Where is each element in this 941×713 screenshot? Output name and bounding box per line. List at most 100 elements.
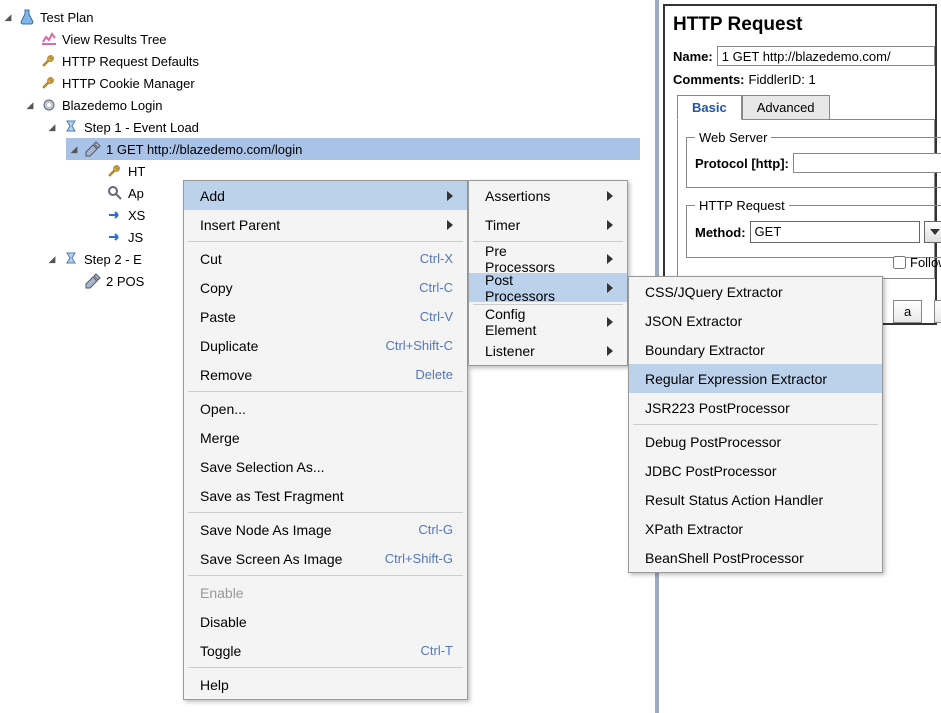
pp-debug[interactable]: Debug PostProcessor [629, 427, 882, 456]
method-value: GET [755, 224, 782, 239]
separator [188, 241, 463, 242]
shortcut: Ctrl-G [418, 522, 453, 537]
tree-label: XS [128, 208, 145, 223]
ctx-label: Config Element [485, 306, 577, 338]
method-select[interactable]: GET [750, 221, 920, 243]
ctx-label: Cut [200, 251, 222, 267]
ctx-add[interactable]: Add [184, 181, 467, 210]
ctx-label: Save Selection As... [200, 459, 325, 475]
submenu-arrow-icon [607, 191, 613, 201]
ctx-label: Help [200, 677, 229, 693]
ctx-save-node-img[interactable]: Save Node As Image Ctrl-G [184, 515, 467, 544]
tree-node-test-plan[interactable]: ◢ Test Plan [0, 6, 640, 28]
ctx-open[interactable]: Open... [184, 394, 467, 423]
separator [188, 512, 463, 513]
protocol-label: Protocol [http]: [695, 156, 789, 171]
hourglass-icon [62, 118, 80, 136]
ctx-label: Paste [200, 309, 236, 325]
submenu-arrow-icon [447, 220, 453, 230]
ctx-label: Save as Test Fragment [200, 488, 344, 504]
submenu-arrow-icon [607, 317, 613, 327]
arrow-right-icon [106, 206, 124, 224]
follow-checkbox[interactable] [893, 256, 906, 269]
name-input[interactable] [717, 46, 935, 66]
sub-config-element[interactable]: Config Element [469, 307, 627, 336]
sub-listener[interactable]: Listener [469, 336, 627, 365]
sub-post-processors[interactable]: Post Processors [469, 273, 627, 302]
ctx-label: Open... [200, 401, 246, 417]
submenu-arrow-icon [607, 220, 613, 230]
pp-css-jquery[interactable]: CSS/JQuery Extractor [629, 277, 882, 306]
ctx-copy[interactable]: Copy Ctrl-C [184, 273, 467, 302]
ctx-remove[interactable]: Remove Delete [184, 360, 467, 389]
submenu-arrow-icon [607, 283, 613, 293]
shortcut: Ctrl+Shift-C [385, 338, 453, 353]
ctx-disable[interactable]: Disable [184, 607, 467, 636]
ctx-label: Timer [485, 217, 520, 233]
ctx-save-screen-img[interactable]: Save Screen As Image Ctrl+Shift-G [184, 544, 467, 573]
tree-node-view-results[interactable]: View Results Tree [22, 28, 640, 50]
expand-toggle[interactable]: ◢ [2, 11, 14, 23]
ctx-insert-parent[interactable]: Insert Parent [184, 210, 467, 239]
ctx-merge[interactable]: Merge [184, 423, 467, 452]
expand-toggle[interactable]: ◢ [46, 121, 58, 133]
ctx-label: Enable [200, 585, 244, 601]
tree-node-step1[interactable]: ◢ Step 1 - Event Load [44, 116, 640, 138]
expand-toggle[interactable]: ◢ [68, 143, 80, 155]
ctx-label: Post Processors [485, 272, 577, 304]
pp-xpath[interactable]: XPath Extractor [629, 514, 882, 543]
pp-regex[interactable]: Regular Expression Extractor [629, 364, 882, 393]
ctx-duplicate[interactable]: Duplicate Ctrl+Shift-C [184, 331, 467, 360]
ctx-cut[interactable]: Cut Ctrl-X [184, 244, 467, 273]
add-submenu: Assertions Timer Pre Processors Post Pro… [468, 180, 628, 366]
arrow-right-icon [106, 228, 124, 246]
ctx-toggle[interactable]: Toggle Ctrl-T [184, 636, 467, 665]
ctx-label: BeanShell PostProcessor [645, 550, 804, 566]
ctx-label: Regular Expression Extractor [645, 371, 827, 387]
shortcut: Ctrl-V [420, 309, 453, 324]
tab-advanced[interactable]: Advanced [742, 95, 830, 120]
pp-jdbc[interactable]: JDBC PostProcessor [629, 456, 882, 485]
tree-node-cookie-manager[interactable]: HTTP Cookie Manager [22, 72, 640, 94]
panel-title: HTTP Request [673, 14, 935, 36]
ctx-label: Boundary Extractor [645, 342, 765, 358]
expand-toggle[interactable]: ◢ [24, 99, 36, 111]
ctx-label: Copy [200, 280, 233, 296]
pp-json[interactable]: JSON Extractor [629, 306, 882, 335]
protocol-input[interactable] [793, 153, 941, 173]
tree-label: 1 GET http://blazedemo.com/login [106, 142, 302, 157]
sub-pre-processors[interactable]: Pre Processors [469, 244, 627, 273]
pp-result-status[interactable]: Result Status Action Handler [629, 485, 882, 514]
dropper-icon [84, 140, 102, 158]
tree-label: Ap [128, 186, 144, 201]
ctx-enable: Enable [184, 578, 467, 607]
expand-toggle[interactable]: ◢ [46, 253, 58, 265]
comments-label: Comments: [673, 72, 745, 87]
pp-jsr223[interactable]: JSR223 PostProcessor [629, 393, 882, 422]
pp-boundary[interactable]: Boundary Extractor [629, 335, 882, 364]
tree-node-blazedemo-login[interactable]: ◢ Blazedemo Login [22, 94, 640, 116]
tree-label: JS [128, 230, 143, 245]
sub-timer[interactable]: Timer [469, 210, 627, 239]
http-request-legend: HTTP Request [695, 198, 789, 213]
file-button[interactable]: File [934, 300, 941, 323]
tree-node-get1[interactable]: ◢ 1 GET http://blazedemo.com/login [66, 138, 640, 160]
ctx-label: Debug PostProcessor [645, 434, 781, 450]
a-button[interactable]: a [893, 300, 922, 323]
tree-node-ht[interactable]: HT [88, 160, 640, 182]
wrench-icon [40, 52, 58, 70]
tree-node-http-defaults[interactable]: HTTP Request Defaults [22, 50, 640, 72]
ctx-paste[interactable]: Paste Ctrl-V [184, 302, 467, 331]
tree-label: Test Plan [40, 10, 93, 25]
ctx-label: JSR223 PostProcessor [645, 400, 790, 416]
ctx-label: Save Screen As Image [200, 551, 342, 567]
ctx-save-fragment[interactable]: Save as Test Fragment [184, 481, 467, 510]
shortcut: Ctrl-C [419, 280, 453, 295]
pp-beanshell[interactable]: BeanShell PostProcessor [629, 543, 882, 572]
ctx-help[interactable]: Help [184, 670, 467, 699]
ctx-label: JSON Extractor [645, 313, 742, 329]
ctx-save-selection[interactable]: Save Selection As... [184, 452, 467, 481]
sub-assertions[interactable]: Assertions [469, 181, 627, 210]
method-dropdown-button[interactable] [924, 221, 941, 243]
tab-basic[interactable]: Basic [677, 95, 742, 120]
